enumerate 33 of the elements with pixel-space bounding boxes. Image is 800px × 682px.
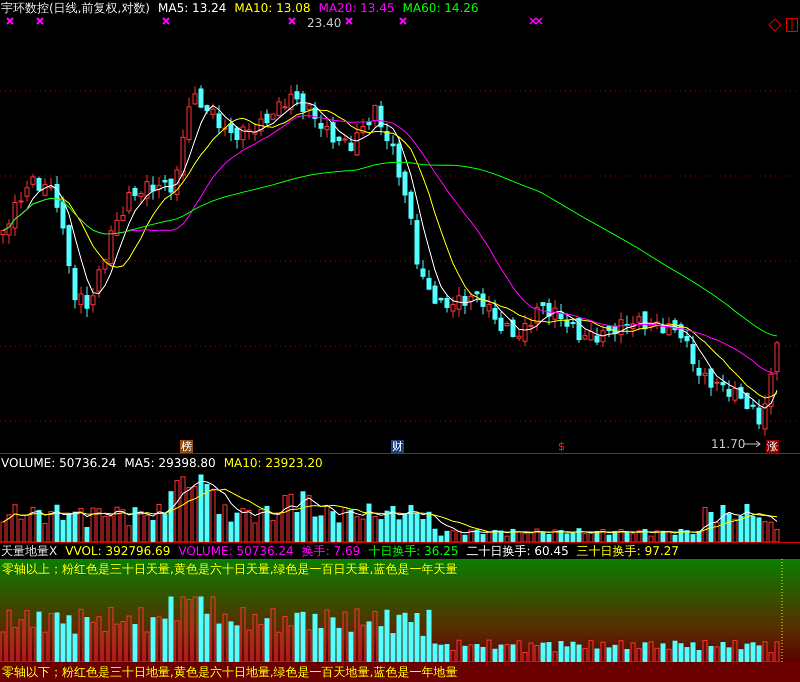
indicator-name: 天量地量X [1,544,58,558]
event-marker-icon [399,17,407,26]
event-tag[interactable]: $ [557,440,566,454]
moving-average-label: MA5: 13.24 [158,1,226,16]
indicator-label: 换手: 7.69 [302,544,360,558]
indicator-label: 三十日换手: 97.27 [576,544,679,558]
legend-note: 零轴以下；粉红色是三十日地量,黄色是六十日地量,绿色是一百天地量,蓝色是一年地量 [0,664,460,680]
indicator-label: 十日换手: 36.25 [368,544,458,558]
event-marker-icon [345,17,353,26]
event-marker-icon [162,17,170,26]
diamond-icon[interactable] [768,18,782,32]
event-marker-icon [529,18,543,26]
indicator-label: 二十日换手: 60.45 [466,544,569,558]
low-price-label: 11.70 [711,437,746,452]
chart-title: 宇环数控(日线,前复权,对数) [1,1,150,16]
event-tag[interactable]: 榜 [180,440,193,454]
arrow-icon [744,440,761,448]
indicator-label: VVOL: 392796.69 [65,544,170,558]
event-tag[interactable]: 财 [391,440,404,454]
indicator-label: MA10: 23923.20 [224,456,323,470]
indicator-label: VOLUME: 50736.24 [178,544,294,558]
moving-average-label: MA10: 13.08 [234,1,310,16]
event-marker-icon [6,17,14,26]
moving-average-label: MA20: 13.45 [318,1,395,16]
indicator-label: VOLUME: 50736.24 [1,456,116,470]
indicator-label: MA5: 29398.80 [124,456,216,470]
event-marker-icon [36,17,44,26]
legend-note: 零轴以上；粉红色是三十日天量,黄色是六十日天量,绿色是一百日天量,蓝色是一年天量 [1,561,458,578]
event-tag[interactable]: 涨 [766,440,779,454]
panel-layout-icon[interactable] [786,18,798,32]
event-marker-icon [288,17,296,26]
high-price-label: 23.40 [307,16,342,30]
moving-average-label: MA60: 14.26 [402,1,479,16]
